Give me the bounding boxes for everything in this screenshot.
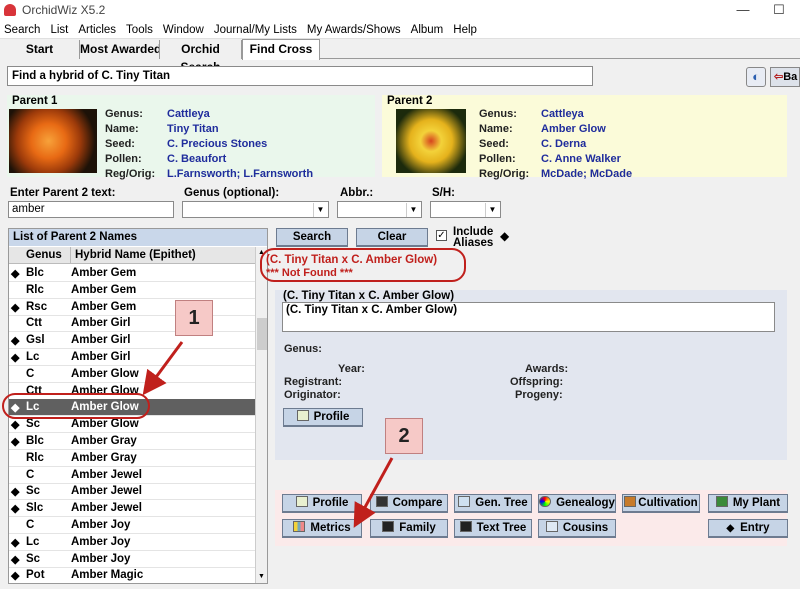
annotation-arrows [142,341,394,528]
arrow-1-line [142,341,184,396]
arrow-2-line [353,457,394,528]
